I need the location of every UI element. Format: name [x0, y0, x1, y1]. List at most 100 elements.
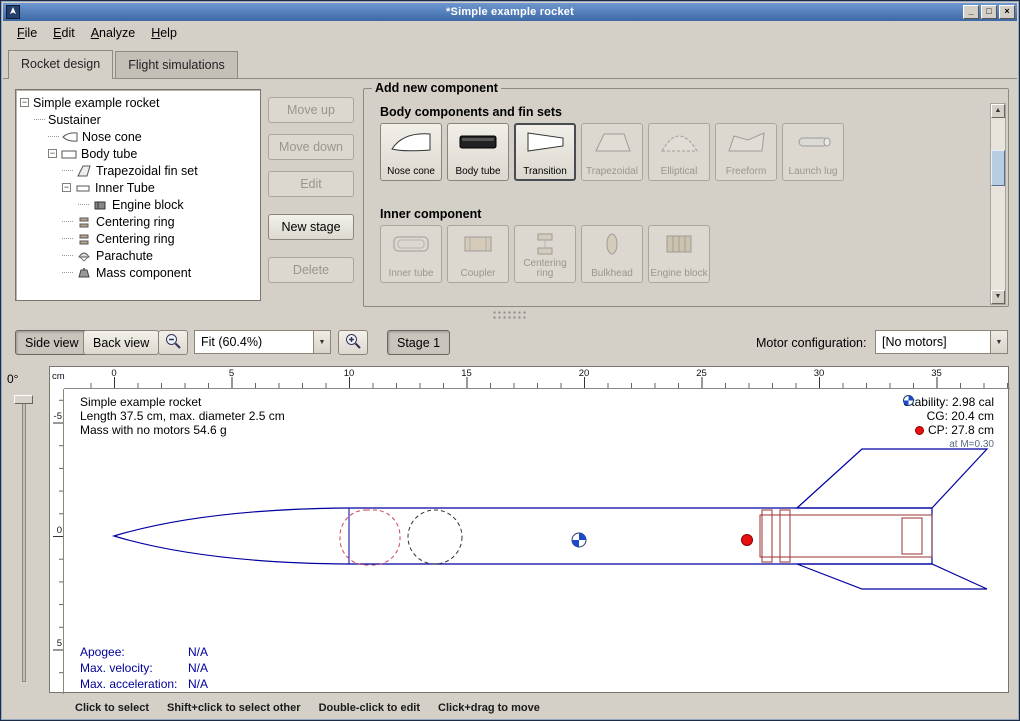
tree-item-centering-ring[interactable]: Centering ring [18, 213, 258, 230]
add-panel-scrollbar[interactable]: ▲ ▼ [990, 103, 1006, 305]
tree-connector [62, 272, 73, 273]
tree-connector [62, 255, 73, 256]
cg-value: CG: 20.4 cm [927, 409, 994, 423]
maximize-button[interactable]: □ [981, 5, 997, 19]
rocket-view: 0° cm 0 5 10 15 20 [1, 366, 1020, 696]
tree-item-centering-ring[interactable]: Centering ring [18, 230, 258, 247]
tree-actions: Move up Move down Edit New stage Delete [268, 97, 354, 294]
zoom-in-icon [344, 332, 362, 350]
rocket-canvas[interactable]: cm 0 5 10 15 20 25 30 [49, 366, 1009, 693]
tree-connector [62, 221, 73, 222]
tree-item-stage[interactable]: Sustainer [18, 111, 258, 128]
rotation-slider[interactable] [22, 396, 26, 682]
rocket-name: Simple example rocket [80, 395, 285, 409]
tree-item-fin-set[interactable]: Trapezoidal fin set [18, 162, 258, 179]
svg-text:35: 35 [931, 368, 942, 379]
body-tube-button[interactable]: Body tube [447, 123, 509, 181]
menu-edit[interactable]: Edit [45, 23, 83, 43]
centering-ring-front [762, 510, 772, 562]
close-button[interactable]: × [999, 5, 1015, 19]
launch-lug-icon [791, 129, 835, 155]
engine-block-icon [657, 231, 701, 257]
scroll-down-button[interactable]: ▼ [991, 290, 1005, 304]
launch-lug-button: Launch lug [782, 123, 844, 181]
expander-minus-icon[interactable]: − [62, 183, 71, 192]
tree-item-mass-component[interactable]: Mass component [18, 264, 258, 281]
back-view-button[interactable]: Back view [83, 330, 159, 355]
motor-configuration-select[interactable]: [No motors] ▼ [875, 330, 1008, 354]
transition-button[interactable]: Transition [514, 123, 576, 181]
status-hint: Click+drag to move [438, 702, 540, 714]
expander-minus-icon[interactable]: − [20, 98, 29, 107]
splitter-handle[interactable] [1, 309, 1019, 321]
add-component-title: Add new component [372, 81, 501, 95]
cg-marker [572, 533, 586, 547]
tree-item-label: Mass component [96, 266, 191, 280]
svg-text:15: 15 [461, 368, 472, 379]
status-hint: Double-click to edit [319, 702, 420, 714]
rocket-drawing[interactable]: Simple example rocket Length 37.5 cm, ma… [64, 389, 1010, 692]
body-components-label: Body components and fin sets [380, 105, 562, 119]
rocket-mass: Mass with no motors 54.6 g [80, 423, 285, 437]
move-up-button: Move up [268, 97, 354, 123]
window-title: *Simple example rocket [3, 6, 1017, 18]
stage-1-toggle[interactable]: Stage 1 [387, 330, 450, 355]
nose-cone-button[interactable]: Nose cone [380, 123, 442, 181]
titlebar[interactable]: *Simple example rocket _ □ × [3, 3, 1017, 21]
centering-ring-icon [76, 216, 92, 228]
menu-file[interactable]: File [9, 23, 45, 43]
engine-block-outline [902, 518, 922, 554]
tree-item-label: Nose cone [82, 130, 142, 144]
scroll-up-button[interactable]: ▲ [991, 104, 1005, 118]
svg-text:25: 25 [696, 368, 707, 379]
tree-item-label: Centering ring [96, 232, 175, 246]
tab-flight-simulations[interactable]: Flight simulations [115, 51, 238, 78]
engine-block-button: Engine block [648, 225, 710, 283]
tree-item-engine-block[interactable]: Engine block [18, 196, 258, 213]
tree-item-parachute[interactable]: Parachute [18, 247, 258, 264]
scrollbar-thumb[interactable] [991, 150, 1005, 186]
vertical-ruler: -5 0 5 [50, 389, 64, 694]
menu-help[interactable]: Help [143, 23, 185, 43]
delete-button: Delete [268, 257, 354, 283]
app-icon[interactable] [6, 5, 20, 19]
tree-item-label: Sustainer [48, 113, 101, 127]
rotation-angle: 0° [7, 372, 18, 386]
zoom-in-button[interactable] [338, 330, 368, 355]
svg-text:5: 5 [229, 368, 234, 379]
rotation-slider-handle[interactable] [14, 395, 33, 404]
trapezoidal-fin-button: Trapezoidal [581, 123, 643, 181]
transition-icon [523, 129, 567, 155]
zoom-out-button[interactable] [158, 330, 188, 355]
menu-analyze[interactable]: Analyze [83, 23, 143, 43]
rocket-info: Simple example rocket Length 37.5 cm, ma… [80, 395, 285, 437]
zoom-select[interactable]: Fit (60.4%) ▼ [194, 330, 331, 354]
svg-text:20: 20 [579, 368, 590, 379]
svg-text:0: 0 [111, 368, 116, 379]
status-hint: Click to select [75, 702, 149, 714]
tree-item-inner-tube[interactable]: − Inner Tube [18, 179, 258, 196]
body-tube-icon [61, 148, 77, 160]
elliptical-fin-icon [657, 129, 701, 155]
svg-text:0: 0 [57, 525, 62, 536]
centering-ring-icon [523, 231, 567, 257]
minimize-button[interactable]: _ [963, 5, 979, 19]
component-tree[interactable]: − Simple example rocket Sustainer Nose c… [15, 89, 261, 301]
tree-item-rocket[interactable]: − Simple example rocket [18, 94, 258, 111]
ruler-unit-label: cm [52, 371, 65, 382]
expander-minus-icon[interactable]: − [48, 149, 57, 158]
tree-item-nose-cone[interactable]: Nose cone [18, 128, 258, 145]
side-view-button[interactable]: Side view [15, 330, 89, 355]
edit-button: Edit [268, 171, 354, 197]
tree-connector [34, 119, 45, 120]
cp-marker [742, 535, 753, 546]
tree-item-body-tube[interactable]: − Body tube [18, 145, 258, 162]
mass-component-icon [76, 267, 92, 279]
new-stage-button[interactable]: New stage [268, 214, 354, 240]
inner-tube-outline [760, 515, 932, 557]
tree-connector [48, 136, 59, 137]
horizontal-ruler: 0 5 10 15 20 25 30 35 [64, 367, 1010, 389]
inner-component-label: Inner component [380, 207, 481, 221]
tab-rocket-design[interactable]: Rocket design [8, 50, 113, 79]
nose-cone-icon [62, 131, 78, 143]
